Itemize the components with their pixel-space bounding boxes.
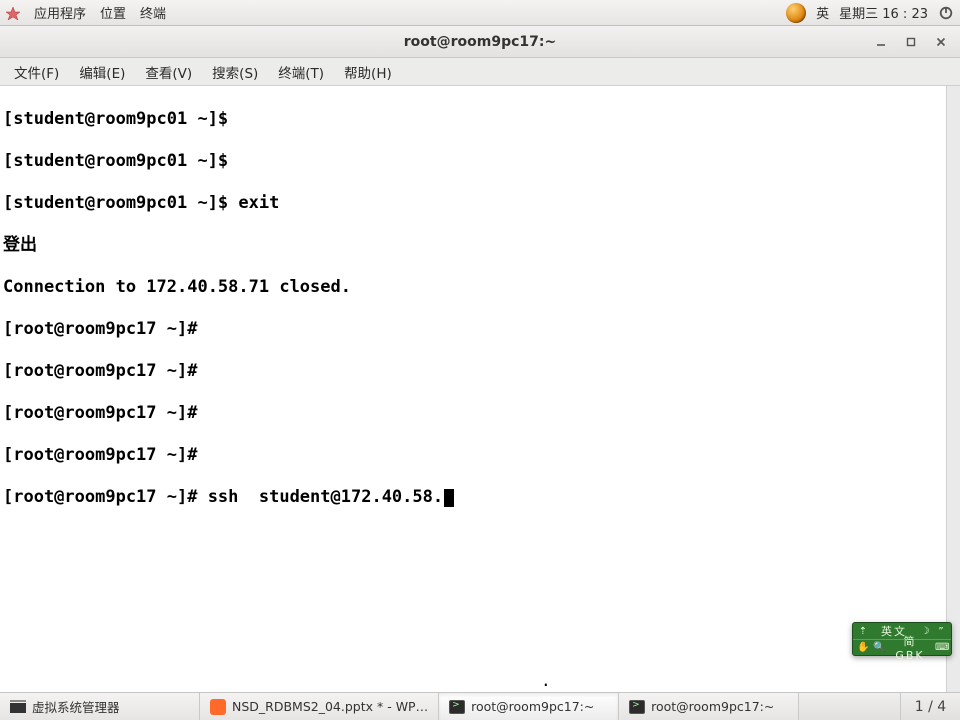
ime-search-icon[interactable]: 🔍 <box>873 642 885 653</box>
terminal-line: [student@room9pc01 ~]$ <box>3 151 943 172</box>
terminal-cursor <box>444 489 454 507</box>
workspace-indicator[interactable]: 1 / 4 <box>900 693 960 720</box>
terminal-line: [root@room9pc17 ~]# <box>3 361 943 382</box>
terminal-icon <box>629 699 645 715</box>
terminal-scrollbar[interactable] <box>946 86 960 692</box>
panel-terminal[interactable]: 终端 <box>140 3 166 22</box>
stray-dot: . <box>541 671 551 690</box>
terminal-line: 登出 <box>3 235 943 256</box>
terminal-viewport: [student@room9pc01 ~]$ [student@room9pc0… <box>0 86 960 692</box>
terminal-line: [root@room9pc17 ~]# <box>3 403 943 424</box>
terminal-icon <box>449 699 465 715</box>
window-title: root@room9pc17:~ <box>404 34 556 50</box>
ime-quote-icon[interactable]: ” <box>935 626 947 637</box>
terminal-line: Connection to 172.40.58.71 closed. <box>3 277 943 298</box>
panel-applications[interactable]: 应用程序 <box>34 3 86 22</box>
taskbar-label: root@room9pc17:~ <box>651 699 774 714</box>
wps-icon <box>210 699 226 715</box>
ime-widget[interactable]: ⇡ 英文 ☽ ” ✋ 🔍 简 GBK ⌨ <box>852 622 952 656</box>
bottom-taskbar: 虚拟系统管理器 NSD_RDBMS2_04.pptx * - WP… root@… <box>0 692 960 720</box>
panel-places[interactable]: 位置 <box>100 3 126 22</box>
terminal-line: [root@room9pc17 ~]# <box>3 445 943 466</box>
notification-icon[interactable] <box>786 3 806 23</box>
menu-file[interactable]: 文件(F) <box>6 60 67 84</box>
vm-manager-icon <box>10 699 26 715</box>
ime-hand-icon[interactable]: ✋ <box>857 642 869 653</box>
taskbar-item-vm-manager[interactable]: 虚拟系统管理器 <box>0 693 200 720</box>
window-title-bar[interactable]: root@room9pc17:~ <box>0 26 960 58</box>
taskbar-item-terminal-2[interactable]: root@room9pc17:~ <box>619 693 799 720</box>
ime-keyboard-icon[interactable]: ⌨ <box>935 642 947 653</box>
maximize-button[interactable] <box>898 32 924 52</box>
terminal-line: [root@room9pc17 ~]# <box>3 319 943 340</box>
gnome-top-panel: 应用程序 位置 终端 英 星期三 16 : 23 <box>0 0 960 26</box>
taskbar-label: root@room9pc17:~ <box>471 699 594 714</box>
menu-view[interactable]: 查看(V) <box>137 60 200 84</box>
menu-terminal[interactable]: 终端(T) <box>270 60 332 84</box>
terminal-line: [student@room9pc01 ~]$ exit <box>3 193 943 214</box>
terminal-menu-bar: 文件(F) 编辑(E) 查看(V) 搜索(S) 终端(T) 帮助(H) <box>0 58 960 86</box>
panel-datetime[interactable]: 星期三 16 : 23 <box>839 3 928 22</box>
taskbar-label: 虚拟系统管理器 <box>32 697 120 716</box>
ime-charset-label: 简 GBK <box>889 633 931 662</box>
menu-edit[interactable]: 编辑(E) <box>71 60 133 84</box>
terminal-line: [student@room9pc01 ~]$ <box>3 109 943 130</box>
minimize-button[interactable] <box>868 32 894 52</box>
distro-icon <box>6 6 20 20</box>
taskbar-item-terminal-1[interactable]: root@room9pc17:~ <box>439 693 619 720</box>
taskbar-label: NSD_RDBMS2_04.pptx * - WP… <box>232 699 428 714</box>
taskbar-item-wps[interactable]: NSD_RDBMS2_04.pptx * - WP… <box>200 693 439 720</box>
ime-pin-icon[interactable]: ⇡ <box>857 626 869 637</box>
power-icon[interactable] <box>938 5 954 21</box>
terminal[interactable]: [student@room9pc01 ~]$ [student@room9pc0… <box>0 86 946 692</box>
menu-help[interactable]: 帮助(H) <box>336 60 400 84</box>
menu-search[interactable]: 搜索(S) <box>204 60 266 84</box>
terminal-line: [root@room9pc17 ~]# ssh student@172.40.5… <box>3 487 943 508</box>
close-button[interactable] <box>928 32 954 52</box>
input-lang-indicator[interactable]: 英 <box>816 3 829 22</box>
